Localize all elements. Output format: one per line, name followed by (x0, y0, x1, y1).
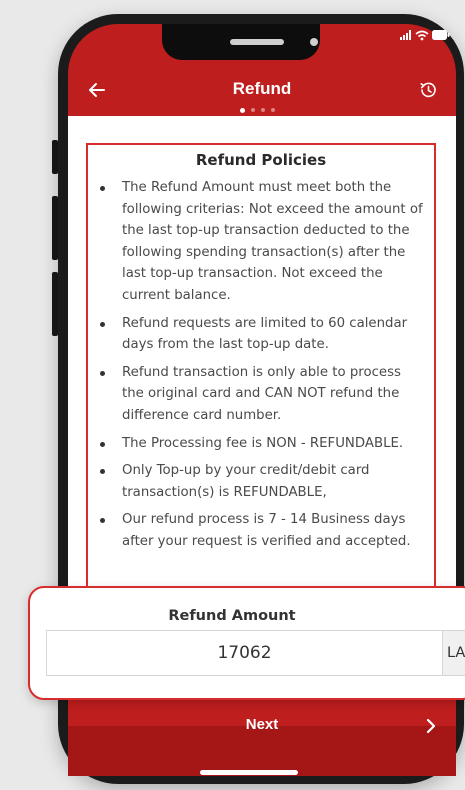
signal-icon (400, 30, 411, 40)
policy-item: Refund requests are limited to 60 calend… (88, 313, 426, 356)
phone-volume-up-button (52, 196, 58, 260)
refund-amount-label: Refund Amount (168, 608, 296, 624)
policy-item: Only Top-up by your credit/debit card tr… (88, 460, 426, 503)
wifi-icon (415, 30, 429, 40)
chevron-right-icon (426, 718, 436, 734)
refund-amount-card: Refund Amount LAK (28, 586, 465, 700)
status-bar (400, 28, 450, 42)
refund-amount-field: LAK (46, 630, 465, 676)
currency-label: LAK (442, 631, 465, 675)
speaker-icon (230, 39, 284, 45)
history-icon[interactable] (418, 80, 438, 100)
phone-volume-down-button (52, 272, 58, 336)
phone-side-button (52, 140, 58, 174)
app-header: Refund (68, 70, 456, 116)
next-button-label: Next (245, 716, 279, 733)
page-dot (251, 108, 255, 112)
next-button[interactable]: Next (68, 706, 456, 746)
refund-amount-input[interactable] (47, 631, 442, 675)
refund-policies-box[interactable]: Refund Policies The Refund Amount must m… (86, 143, 436, 603)
page-dot (271, 108, 275, 112)
policy-item: Refund transaction is only able to proce… (88, 362, 426, 427)
policy-item: The Processing fee is NON - REFUNDABLE. (88, 433, 426, 455)
page-dot-active (240, 107, 245, 113)
policy-item: Our refund process is 7 - 14 Business da… (88, 509, 426, 552)
page-indicator (240, 107, 275, 113)
page-dot (261, 108, 265, 112)
policy-item: The Refund Amount must meet both the fol… (88, 177, 426, 307)
page-title: Refund (232, 79, 292, 98)
home-indicator[interactable] (200, 770, 298, 775)
policies-list: The Refund Amount must meet both the fol… (88, 177, 434, 553)
policies-title: Refund Policies (195, 151, 327, 169)
camera-icon (310, 38, 318, 46)
battery-icon (432, 30, 450, 40)
